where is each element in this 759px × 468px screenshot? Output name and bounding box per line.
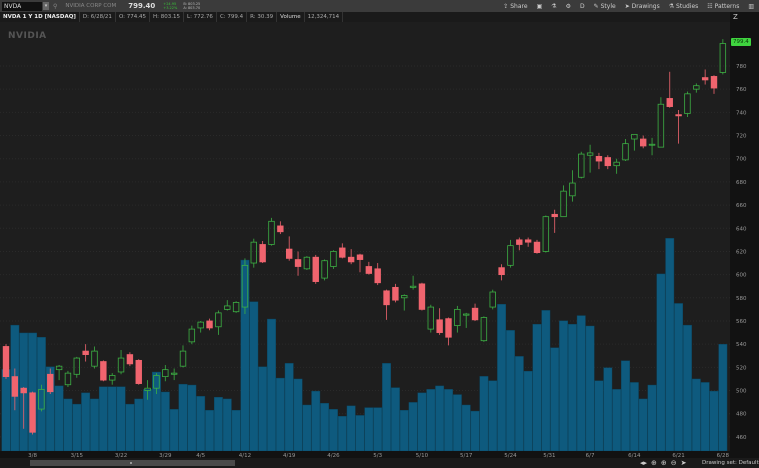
- info-low: L: 772.76: [184, 12, 217, 22]
- price-tick: 600: [736, 273, 747, 279]
- bid-ask: B: 803.25 A: 803.70: [183, 2, 200, 10]
- price-tick: 580: [736, 296, 747, 302]
- pan-icon[interactable]: ◂▸: [640, 458, 647, 468]
- last-price: 799.40: [128, 2, 156, 10]
- patterns-label: Patterns: [714, 2, 740, 10]
- share-button[interactable]: ⇪ Share: [503, 3, 527, 10]
- drawings-button[interactable]: ➤ Drawings: [625, 3, 660, 10]
- pointer-icon[interactable]: ➤: [681, 458, 687, 468]
- zoom-in-icon[interactable]: ⊕: [661, 458, 667, 468]
- info-date: D: 6/28/21: [80, 12, 116, 22]
- flask-icon: ⚗: [668, 2, 675, 10]
- price-axis-ticks: 460 480 500 520 540 560 580 600 620 640 660 680 700 7…: [736, 64, 747, 441]
- price-tick: 520: [736, 365, 747, 371]
- aggregation-button[interactable]: D: [580, 3, 585, 10]
- chart-title: NVDA 1 Y 1D [NASDAQ]: [0, 12, 80, 22]
- flask-icon[interactable]: ⚗: [551, 3, 556, 10]
- zoom-out-icon[interactable]: ⊖: [671, 458, 677, 468]
- symbol-input[interactable]: NVDA: [2, 1, 42, 11]
- panel-icon[interactable]: ▥: [748, 3, 754, 10]
- top-toolbar: NVDA ▾ ⚲ NVIDIA CORP COM 799.40 +24.95 +…: [0, 0, 759, 12]
- patterns-icon: ☷: [707, 2, 713, 10]
- nvidia-logo: NVIDIA: [8, 31, 47, 41]
- price-tick: 480: [736, 412, 747, 418]
- price-tick: 740: [736, 110, 747, 116]
- info-open: O: 774.45: [116, 12, 151, 22]
- ask: A: 803.70: [183, 6, 201, 10]
- drawing-set[interactable]: Drawing set: Default: [702, 458, 759, 468]
- gear-icon[interactable]: ⚙: [566, 3, 571, 10]
- studies-label: Studies: [676, 2, 699, 10]
- price-tick: 620: [736, 249, 747, 255]
- info-volume: 12,324,714: [305, 12, 344, 22]
- info-close: C: 799.4: [217, 12, 248, 22]
- price-tick: 760: [736, 87, 747, 93]
- info-high: H: 803.15: [150, 12, 185, 22]
- price-tick: 660: [736, 203, 747, 209]
- drawings-label: Drawings: [631, 2, 660, 10]
- price-tick: 700: [736, 157, 747, 163]
- crosshair-icon[interactable]: ⊕: [651, 458, 657, 468]
- symbol-dropdown-icon[interactable]: ▾: [43, 2, 49, 10]
- cursor-icon: ➤: [624, 2, 630, 10]
- price-tick: 780: [736, 64, 747, 70]
- horizontal-scrollbar[interactable]: [30, 460, 235, 466]
- share-label: Share: [510, 2, 528, 10]
- price-tick: 460: [736, 435, 747, 441]
- style-button[interactable]: ✎ Style: [594, 3, 616, 10]
- style-label: Style: [600, 2, 616, 10]
- style-icon: ✎: [593, 2, 599, 10]
- snapshot-icon[interactable]: ▣: [537, 3, 543, 10]
- scrollbar-grip[interactable]: [130, 462, 132, 464]
- price-tick: 640: [736, 226, 747, 232]
- price-tick: 500: [736, 389, 747, 395]
- company-name: NVIDIA CORP COM: [65, 3, 117, 9]
- info-volume-label: Volume: [277, 12, 305, 22]
- change-percent: +3.22%: [163, 6, 178, 10]
- info-bar: NVDA 1 Y 1D [NASDAQ] D: 6/28/21 O: 774.4…: [0, 12, 730, 22]
- price-tick: 680: [736, 180, 747, 186]
- price-tick: 560: [736, 319, 747, 325]
- share-icon: ⇪: [503, 2, 509, 10]
- price-tick: 720: [736, 134, 747, 140]
- info-range: R: 30.39: [247, 12, 278, 22]
- patterns-button[interactable]: ☷ Patterns: [707, 3, 739, 10]
- studies-button[interactable]: ⚗ Studies: [669, 3, 699, 10]
- zoom-axis-icon[interactable]: Z: [733, 13, 738, 21]
- link-icon[interactable]: ⚲: [53, 3, 57, 10]
- last-price-tag: 799.4: [731, 38, 751, 46]
- price-tick: 540: [736, 342, 747, 348]
- price-change: +24.95 +3.22%: [163, 2, 177, 10]
- bottom-bar: ◂▸ ⊕ ⊕ ⊖ ➤ Drawing set: Default: [0, 458, 759, 468]
